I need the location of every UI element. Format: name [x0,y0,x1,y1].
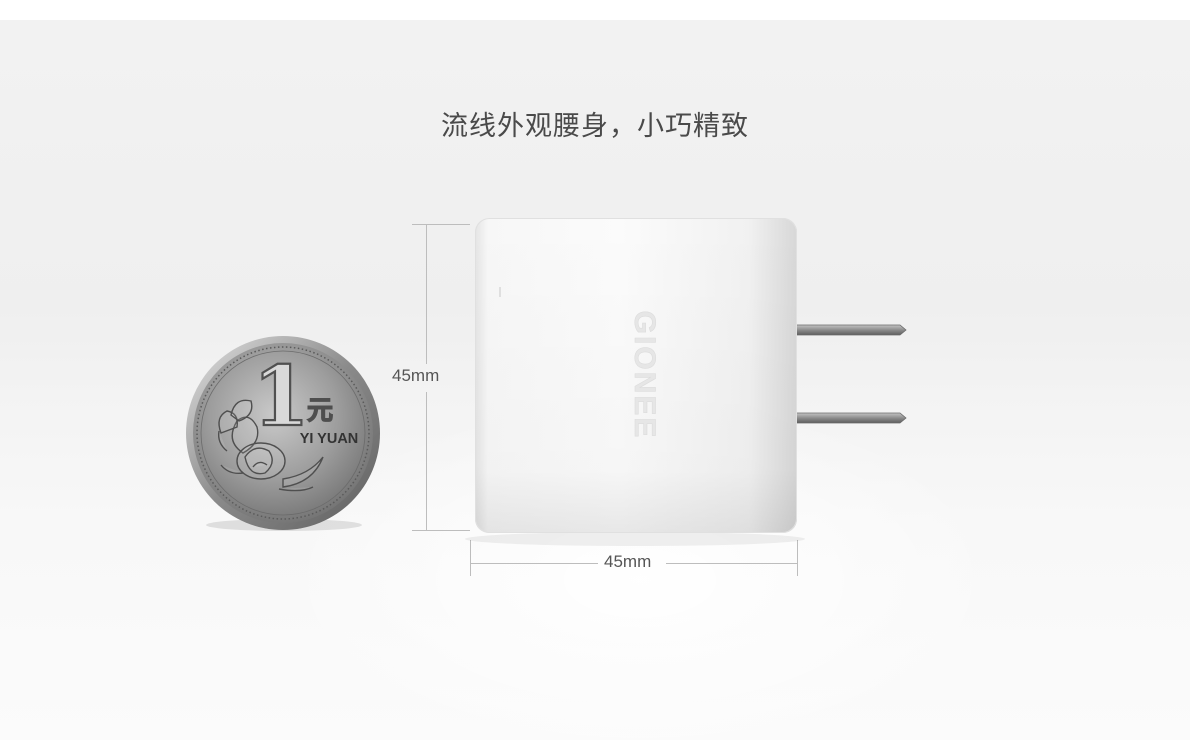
height-dimension-line-upper [426,224,427,364]
height-dimension-label: 45mm [392,366,440,385]
charger-prongs [789,324,907,424]
product-photo-scene: 流线外观腰身，小巧精致 1 元 YI YUAN 45mm 45mm GIONEE [0,0,1190,740]
height-dimension-line-lower [426,392,427,530]
width-dimension-line-left [470,563,598,564]
headline: 流线外观腰身，小巧精致 [441,111,749,142]
coin-graphic: 1 元 YI YUAN [186,336,380,531]
coin-character: 元 [307,396,333,426]
charger-brand-logo: GIONEE [628,311,661,440]
coin-inscription: YI YUAN [300,431,359,447]
width-dimension-line-right [666,563,797,564]
coin: 1 元 YI YUAN [183,333,383,533]
charger: GIONEE [465,218,907,546]
width-dimension-label: 45mm [604,552,652,571]
